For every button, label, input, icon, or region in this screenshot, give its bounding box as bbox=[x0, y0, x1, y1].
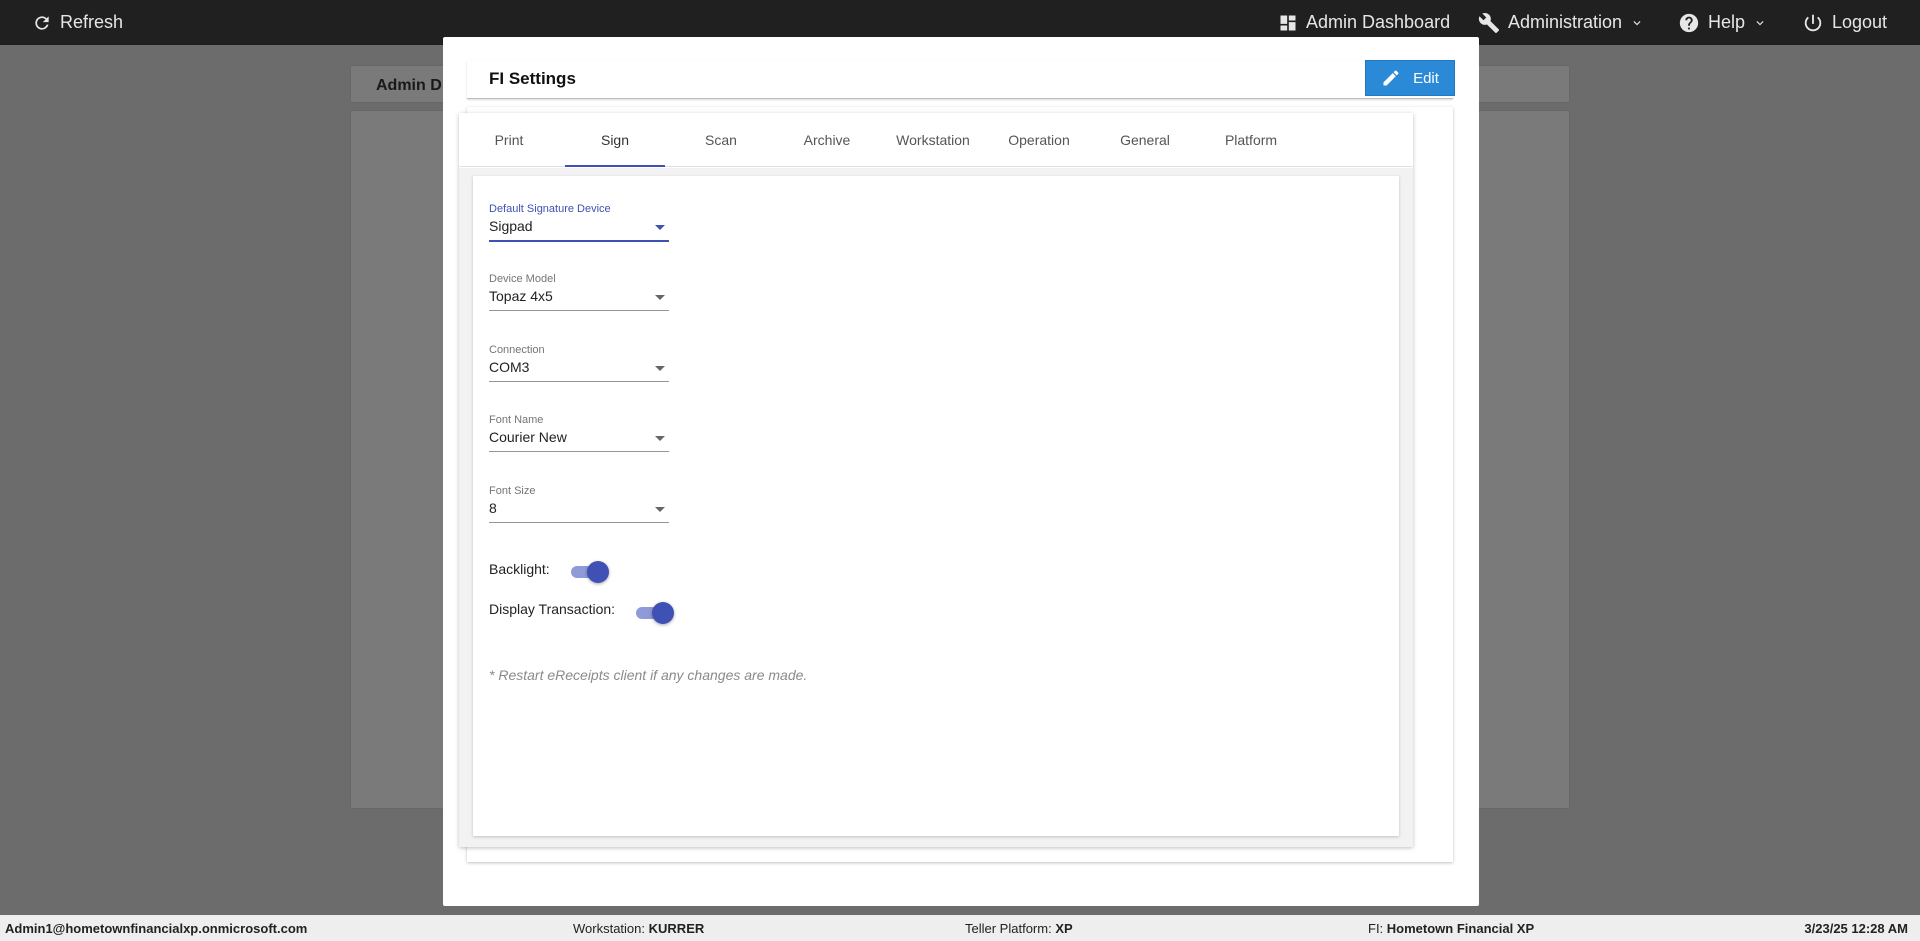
chevron-down-icon bbox=[1633, 20, 1641, 25]
tab-label: Print bbox=[494, 132, 524, 148]
tab-scan[interactable]: Scan bbox=[671, 113, 771, 167]
fi-label: FI: bbox=[1368, 921, 1384, 936]
user-email: Admin1@hometownfinancialxp.onmicrosoft.c… bbox=[5, 921, 308, 936]
platform-label: Teller Platform: bbox=[965, 921, 1052, 936]
status-bar: Admin1@hometownfinancialxp.onmicrosoft.c… bbox=[0, 915, 1920, 941]
tab-print[interactable]: Print bbox=[459, 113, 559, 167]
settings-card: Print Sign Scan Archive Workstation Oper… bbox=[459, 113, 1413, 847]
status-user: Admin1@hometownfinancialxp.onmicrosoft.c… bbox=[5, 921, 307, 936]
connection-select[interactable]: Connection COM3 bbox=[489, 344, 669, 384]
tab-archive[interactable]: Archive bbox=[777, 113, 877, 167]
fi-value: Hometown Financial XP bbox=[1386, 921, 1535, 936]
workstation-label: Workstation: bbox=[573, 921, 646, 936]
datetime-value: 3/23/25 12:28 AM bbox=[1804, 921, 1908, 936]
platform-value: XP bbox=[1055, 921, 1073, 936]
tab-platform[interactable]: Platform bbox=[1201, 113, 1301, 167]
field-value: COM3 bbox=[489, 359, 530, 375]
backlight-toggle[interactable] bbox=[571, 561, 609, 583]
dialog-header: FI Settings bbox=[467, 61, 1453, 99]
edit-label: Edit bbox=[1413, 69, 1439, 87]
workstation-value: KURRER bbox=[648, 921, 705, 936]
tab-label: Scan bbox=[705, 132, 737, 148]
backlight-row: Backlight: bbox=[489, 561, 550, 577]
field-label: Font Name bbox=[489, 414, 544, 426]
admin-dashboard-label: Admin Dashboard bbox=[1306, 12, 1451, 32]
field-label: Default Signature Device bbox=[489, 203, 611, 215]
dialog-title: FI Settings bbox=[489, 69, 576, 88]
field-label: Device Model bbox=[489, 273, 556, 285]
refresh-button[interactable]: Refresh bbox=[32, 0, 123, 45]
status-workstation: Workstation: KURRER bbox=[573, 921, 704, 936]
settings-tabs: Print Sign Scan Archive Workstation Oper… bbox=[459, 113, 1413, 167]
field-underline bbox=[489, 522, 669, 523]
administration-menu[interactable]: Administration bbox=[1478, 0, 1644, 45]
chevron-down-icon bbox=[1756, 20, 1764, 25]
tab-sign[interactable]: Sign bbox=[565, 113, 665, 167]
field-value: Topaz 4x5 bbox=[489, 288, 553, 304]
toggle-thumb bbox=[587, 561, 609, 583]
backlight-label: Backlight: bbox=[489, 561, 550, 577]
power-icon bbox=[1804, 14, 1822, 31]
dropdown-arrow-icon bbox=[655, 507, 665, 512]
status-datetime: 3/23/25 12:28 AM bbox=[1804, 921, 1908, 936]
dropdown-arrow-icon bbox=[655, 436, 665, 441]
help-icon bbox=[1679, 13, 1699, 32]
edit-button[interactable]: Edit bbox=[1365, 60, 1455, 96]
help-label: Help bbox=[1708, 12, 1746, 32]
logout-label: Logout bbox=[1832, 12, 1888, 32]
field-label: Font Size bbox=[489, 485, 536, 497]
administration-label: Administration bbox=[1508, 12, 1623, 32]
tab-label: Archive bbox=[803, 132, 851, 148]
font-size-select[interactable]: Font Size 8 bbox=[489, 485, 669, 525]
field-value: Sigpad bbox=[489, 218, 533, 234]
tab-label: Workstation bbox=[896, 132, 970, 148]
field-underline bbox=[489, 310, 669, 311]
toggle-thumb bbox=[652, 602, 674, 624]
wrench-icon bbox=[1478, 12, 1500, 33]
sign-settings-panel: Default Signature Device Sigpad Device M… bbox=[473, 176, 1399, 836]
tab-content-area: Default Signature Device Sigpad Device M… bbox=[459, 168, 1413, 847]
tab-general[interactable]: General bbox=[1095, 113, 1195, 167]
refresh-label: Refresh bbox=[60, 12, 124, 32]
status-teller-platform: Teller Platform: XP bbox=[965, 921, 1073, 936]
field-value: 8 bbox=[489, 500, 497, 516]
help-menu[interactable]: Help bbox=[1678, 0, 1767, 45]
display-transaction-label: Display Transaction: bbox=[489, 601, 616, 617]
fi-settings-dialog: FI Settings Edit Print Sign Scan Archive… bbox=[443, 37, 1479, 906]
dropdown-arrow-icon bbox=[655, 225, 665, 230]
display-transaction-toggle[interactable] bbox=[636, 602, 674, 624]
default-signature-device-select[interactable]: Default Signature Device Sigpad bbox=[489, 203, 669, 243]
tab-label: Platform bbox=[1224, 132, 1278, 148]
tab-operation[interactable]: Operation bbox=[989, 113, 1089, 167]
refresh-icon bbox=[35, 15, 49, 30]
device-model-select[interactable]: Device Model Topaz 4x5 bbox=[489, 273, 669, 313]
font-name-select[interactable]: Font Name Courier New bbox=[489, 414, 669, 454]
field-value: Courier New bbox=[489, 429, 567, 445]
field-label: Connection bbox=[489, 344, 545, 356]
dashboard-icon bbox=[1280, 15, 1296, 30]
logout-button[interactable]: Logout bbox=[1802, 0, 1887, 45]
field-underline bbox=[489, 451, 669, 452]
pencil-icon bbox=[1383, 70, 1399, 86]
dropdown-arrow-icon bbox=[655, 295, 665, 300]
display-transaction-row: Display Transaction: bbox=[489, 601, 615, 617]
field-underline bbox=[489, 381, 669, 382]
tab-label: Operation bbox=[1008, 132, 1070, 148]
status-fi: FI: Hometown Financial XP bbox=[1368, 921, 1534, 936]
tab-workstation[interactable]: Workstation bbox=[883, 113, 983, 167]
restart-note: * Restart eReceipts client if any change… bbox=[489, 667, 808, 683]
dropdown-arrow-icon bbox=[655, 366, 665, 371]
tab-label: Sign bbox=[600, 132, 630, 148]
tab-label: General bbox=[1120, 132, 1170, 148]
field-underline bbox=[489, 240, 669, 242]
